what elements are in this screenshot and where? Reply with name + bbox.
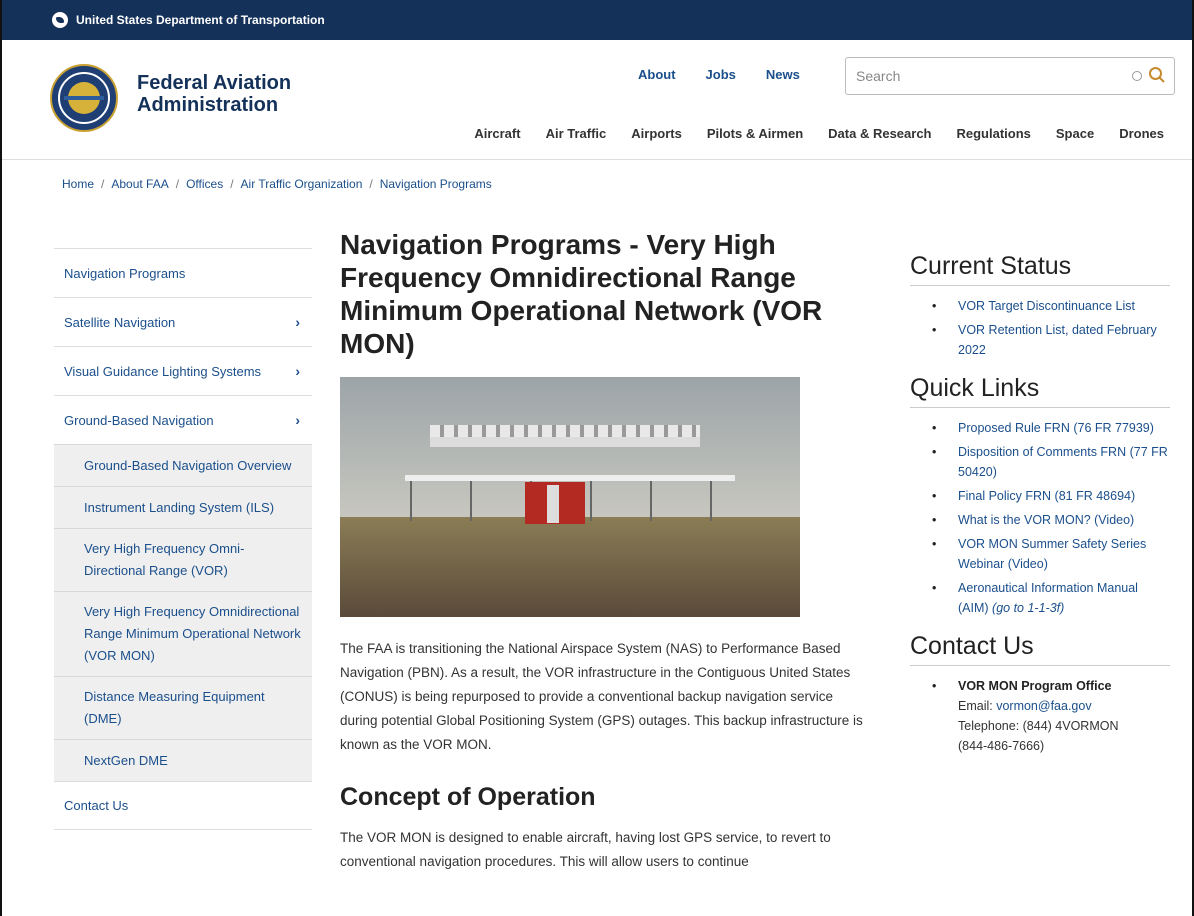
current-status-list: VOR Target Discontinuance List VOR Reten… [910, 296, 1170, 360]
nav-aircraft[interactable]: Aircraft [474, 126, 520, 141]
list-item[interactable]: VOR Target Discontinuance List [910, 296, 1170, 316]
list-item[interactable]: Disposition of Comments FRN (77 FR 50420… [910, 442, 1170, 482]
jobs-link[interactable]: Jobs [706, 67, 736, 82]
list-item[interactable]: VOR Retention List, dated February 2022 [910, 320, 1170, 360]
sidebar-sub-ils[interactable]: Instrument Landing System (ILS) [54, 486, 312, 528]
search-input[interactable]: Search [845, 57, 1175, 95]
list-item[interactable]: Final Policy FRN (81 FR 48694) [910, 486, 1170, 506]
sidebar-subnav: Ground-Based Navigation Overview Instrum… [54, 444, 312, 781]
dot-banner-text[interactable]: United States Department of Transportati… [76, 13, 325, 27]
breadcrumb-about[interactable]: About FAA [111, 177, 168, 191]
quick-links-list: Proposed Rule FRN (76 FR 77939) Disposit… [910, 418, 1170, 618]
sidebar-sub-overview[interactable]: Ground-Based Navigation Overview [54, 444, 312, 486]
breadcrumb-nav-programs[interactable]: Navigation Programs [380, 177, 492, 191]
search-icon[interactable] [1148, 66, 1166, 84]
sidebar-sub-vor-mon[interactable]: Very High Frequency Omnidirectional Rang… [54, 591, 312, 676]
sidebar-item-contact-us[interactable]: Contact Us [54, 781, 312, 830]
contact-list: VOR MON Program Office Email: vormon@faa… [910, 676, 1170, 756]
breadcrumb-ato[interactable]: Air Traffic Organization [241, 177, 363, 191]
about-link[interactable]: About [638, 67, 676, 82]
intro-paragraph: The FAA is transitioning the National Ai… [340, 641, 863, 752]
dot-logo-icon [52, 12, 68, 28]
dot-banner: United States Department of Transportati… [2, 0, 1192, 40]
sidebar-sub-dme[interactable]: Distance Measuring Equipment (DME) [54, 676, 312, 739]
contact-us-heading: Contact Us [910, 632, 1170, 666]
nav-air-traffic[interactable]: Air Traffic [546, 126, 607, 141]
main-content: Navigation Programs - Very High Frequenc… [340, 228, 880, 874]
concept-heading: Concept of Operation [340, 783, 596, 811]
vor-station-photo [340, 377, 800, 617]
list-item[interactable]: What is the VOR MON? (Video) [910, 510, 1170, 530]
current-status-heading: Current Status [910, 252, 1170, 286]
list-item[interactable]: Aeronautical Information Manual (AIM) (g… [910, 578, 1170, 618]
nav-data-research[interactable]: Data & Research [828, 126, 931, 141]
site-title[interactable]: Federal Aviation Administration [137, 72, 291, 116]
faa-seal-logo[interactable] [50, 64, 118, 132]
right-rail: Current Status VOR Target Discontinuance… [910, 252, 1170, 770]
main-nav: Aircraft Air Traffic Airports Pilots & A… [474, 126, 1164, 141]
sidebar-item-navigation-programs[interactable]: Navigation Programs [54, 248, 312, 297]
quick-links-heading: Quick Links [910, 374, 1170, 408]
chevron-right-icon: › [295, 363, 300, 379]
sidebar-sub-nextgen-dme[interactable]: NextGen DME [54, 739, 312, 781]
nav-regulations[interactable]: Regulations [956, 126, 1030, 141]
loading-icon [1132, 71, 1142, 81]
site-header: Federal Aviation Administration About Jo… [2, 40, 1192, 160]
sidebar-sub-vor[interactable]: Very High Frequency Omni-Directional Ran… [54, 528, 312, 591]
sidebar-item-satellite-navigation[interactable]: Satellite Navigation › [54, 297, 312, 346]
concept-paragraph: The VOR MON is designed to enable aircra… [340, 830, 831, 869]
email-link[interactable]: vormon@faa.gov [996, 699, 1091, 713]
page-title: Navigation Programs - Very High Frequenc… [340, 229, 823, 359]
sidebar-item-visual-guidance[interactable]: Visual Guidance Lighting Systems › [54, 346, 312, 395]
breadcrumb-offices[interactable]: Offices [186, 177, 223, 191]
contact-item: VOR MON Program Office Email: vormon@faa… [910, 676, 1170, 756]
utility-nav: About Jobs News [638, 67, 800, 82]
breadcrumb-home[interactable]: Home [62, 177, 94, 191]
nav-drones[interactable]: Drones [1119, 126, 1164, 141]
list-item[interactable]: Proposed Rule FRN (76 FR 77939) [910, 418, 1170, 438]
nav-airports[interactable]: Airports [631, 126, 682, 141]
sidebar-item-ground-based-navigation[interactable]: Ground-Based Navigation › [54, 395, 312, 444]
sidebar-nav: Navigation Programs Satellite Navigation… [54, 248, 312, 830]
chevron-right-icon: › [295, 412, 300, 428]
nav-pilots-airmen[interactable]: Pilots & Airmen [707, 126, 803, 141]
news-link[interactable]: News [766, 67, 800, 82]
list-item[interactable]: VOR MON Summer Safety Series Webinar (Vi… [910, 534, 1170, 574]
breadcrumb: Home / About FAA / Offices / Air Traffic Or… [62, 177, 492, 191]
nav-space[interactable]: Space [1056, 126, 1094, 141]
chevron-right-icon: › [295, 314, 300, 330]
